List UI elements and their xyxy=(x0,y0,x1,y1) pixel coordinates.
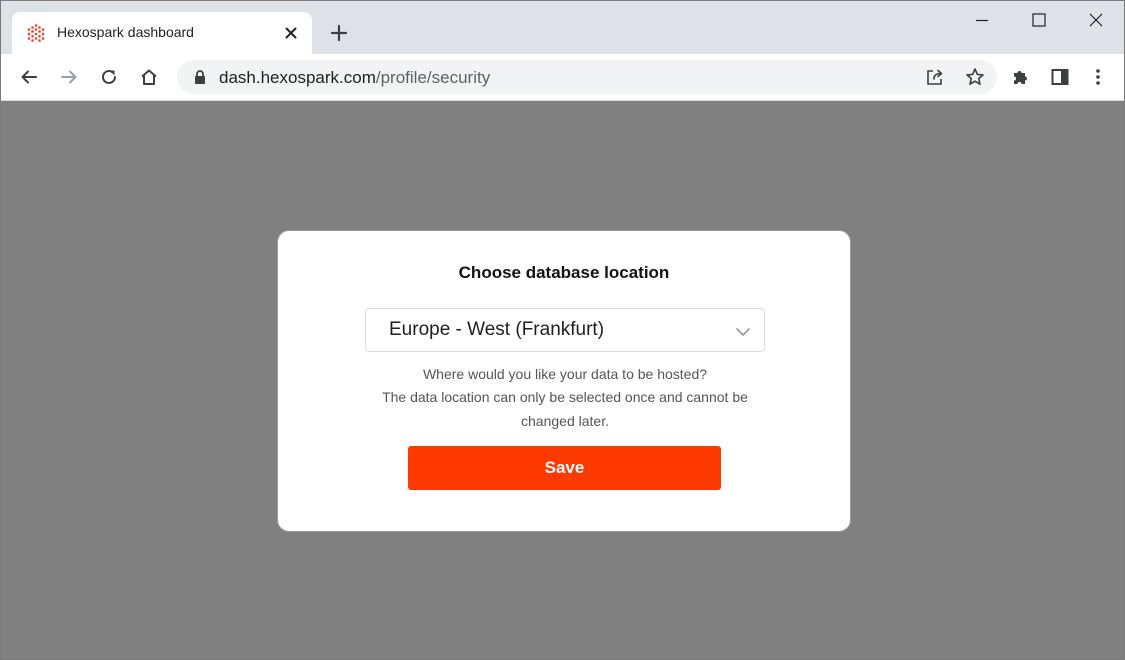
reload-icon[interactable] xyxy=(95,63,123,91)
lock-icon[interactable] xyxy=(192,69,208,85)
minimize-icon[interactable] xyxy=(959,5,1005,35)
helper-text-warning-cont: changed later. xyxy=(521,413,609,429)
modal-title: Choose database location xyxy=(458,263,670,282)
chevron-down-icon xyxy=(734,323,752,341)
helper-text-question: Where would you like your data to be hos… xyxy=(422,366,708,382)
save-button[interactable]: Save xyxy=(408,446,721,490)
address-bar[interactable]: dash.hexospark.com/profile/security xyxy=(177,60,997,94)
hexospark-favicon-icon xyxy=(26,23,46,43)
window-close-icon[interactable] xyxy=(1073,5,1119,35)
kebab-menu-icon[interactable] xyxy=(1084,63,1112,91)
forward-arrow-icon[interactable] xyxy=(55,63,83,91)
tab-title: Hexospark dashboard xyxy=(57,24,194,40)
share-icon[interactable] xyxy=(922,64,948,90)
page-overlay: Choose database location Europe - West (… xyxy=(1,101,1124,659)
url-text[interactable]: dash.hexospark.com/profile/security xyxy=(219,68,490,88)
browser-tab[interactable]: Hexospark dashboard xyxy=(12,12,312,54)
location-select-value: Europe - West (Frankfurt) xyxy=(389,319,605,340)
location-select[interactable]: Europe - West (Frankfurt) xyxy=(365,308,765,352)
maximize-icon[interactable] xyxy=(1016,5,1062,35)
back-arrow-icon[interactable] xyxy=(15,63,43,91)
side-panel-icon[interactable] xyxy=(1046,63,1074,91)
tab-strip: Hexospark dashboard xyxy=(1,1,1124,54)
browser-window: Hexospark dashboard dash.hexospark.com/p… xyxy=(0,0,1125,660)
tab-close-icon[interactable] xyxy=(280,22,302,44)
url-host: dash.hexospark.com xyxy=(219,68,376,87)
extensions-puzzle-icon[interactable] xyxy=(1006,63,1034,91)
browser-toolbar: dash.hexospark.com/profile/security xyxy=(1,54,1124,101)
url-path: /profile/security xyxy=(375,68,491,87)
database-location-modal: Choose database location Europe - West (… xyxy=(277,230,851,532)
helper-text-warning: The data location can only be selected o… xyxy=(382,389,748,405)
home-icon[interactable] xyxy=(135,63,163,91)
new-tab-plus-icon[interactable] xyxy=(325,19,353,47)
bookmark-star-icon[interactable] xyxy=(962,64,988,90)
